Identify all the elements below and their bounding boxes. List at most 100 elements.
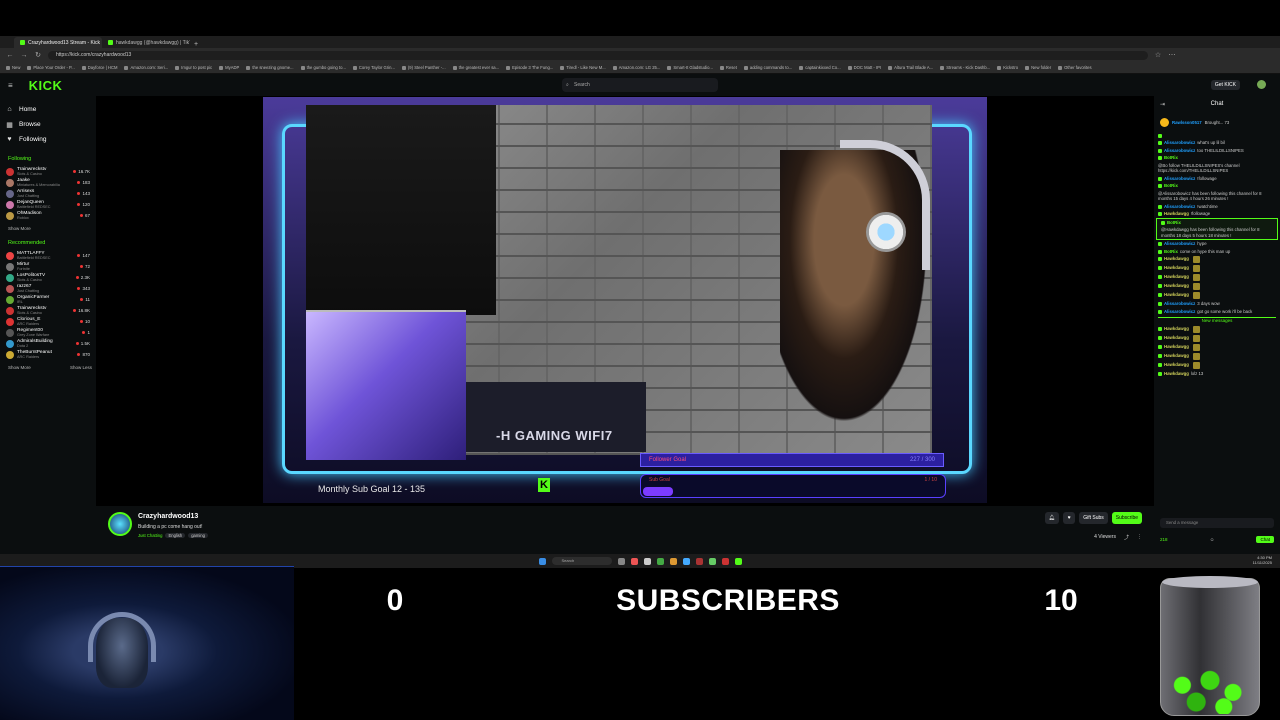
chat-message[interactable]: Hawkdawgg (1154, 325, 1280, 334)
chat-message[interactable]: Hawkdawgg (1154, 273, 1280, 282)
chat-message[interactable]: BotRix @Bo follow THELILDILLSNIPES's chan… (1154, 154, 1280, 175)
chat-username[interactable]: Hawkdawgg (1164, 371, 1189, 377)
channel-list-item[interactable]: Trainwreckstv Slots & Casino 16.7K (6, 166, 90, 177)
subscribe-button[interactable]: Subscribe (1111, 512, 1142, 524)
pinned-message[interactable]: Rawlsson0517 Brought... 73 (1160, 112, 1274, 132)
bookmark-item[interactable]: Tiredl - Like New M... (560, 65, 606, 70)
chat-message[interactable]: Alissarobowicz !watchtime (1154, 203, 1280, 211)
collapse-chat-icon[interactable]: ⇥ (1160, 101, 1165, 108)
channel-list-item[interactable]: Regiment00 Grey Zone Warfare 1 (6, 327, 90, 338)
bookmark-item[interactable]: the greatest ever sa... (452, 65, 499, 70)
taskbar-app-icon[interactable] (682, 557, 690, 565)
chat-username[interactable]: Alissarobowicz (1164, 176, 1195, 182)
chat-message[interactable]: BotRix @Alissarobowicz has been following… (1154, 182, 1280, 203)
channel-list-item[interactable]: OrganicFarmer IRL 11 (6, 294, 90, 305)
chat-message[interactable]: Alissarobowicz 3 days wow (1154, 300, 1280, 308)
chat-username[interactable]: Alissarobowicz (1164, 301, 1195, 307)
chat-username[interactable]: Hawkdawgg (1164, 274, 1189, 281)
bookmark-item[interactable]: Episode 3 The Fung... (506, 65, 553, 70)
chat-username[interactable]: Alissarobowicz (1164, 241, 1195, 247)
channel-list-item[interactable]: Mirtur Fortnite 72 (6, 261, 90, 272)
chat-send-button[interactable]: Chat (1256, 536, 1274, 543)
back-icon[interactable]: ← (6, 52, 14, 59)
bookmark-item[interactable]: Altura Trail Blade A... (888, 65, 933, 70)
taskbar-app-icon[interactable] (669, 557, 677, 565)
chat-message[interactable]: Alissarobowicz got go some work i'll be b… (1154, 308, 1280, 316)
chat-message[interactable]: Alissarobowicz hype (1154, 240, 1280, 248)
bookmark-item[interactable]: (9) Steel Panther -... (401, 65, 446, 70)
chat-message[interactable]: Hawkdawgg (1154, 282, 1280, 291)
chat-username[interactable]: BotRix (1164, 155, 1178, 161)
bookmark-item[interactable]: Place Your Order - P... (27, 65, 75, 70)
taskbar-clock[interactable]: 4:30 PM 11/11/2025 (1253, 555, 1272, 565)
chat-username[interactable]: Hawkdawgg (1164, 256, 1189, 263)
taskbar-app-icon[interactable] (721, 557, 729, 565)
extensions-icon[interactable]: ☆ (1154, 51, 1162, 59)
share-icon[interactable]: ⤴ (1124, 534, 1129, 541)
get-kick-button[interactable]: Get KICK (1210, 80, 1240, 90)
new-tab-button[interactable]: + (194, 41, 198, 48)
chat-message[interactable]: Alissarobowicz too THELILDILLSNIPES (1154, 147, 1280, 155)
chat-message[interactable]: Hawkdawgg (1154, 352, 1280, 361)
show-less-recommended[interactable]: Show Less (70, 365, 92, 370)
chat-username[interactable]: Hawkdawgg (1164, 344, 1189, 351)
channel-name[interactable]: Crazyhardwood13 (138, 513, 198, 520)
chat-message[interactable]: BotRix come on hype this man up (1154, 248, 1280, 256)
bookmark-item[interactable]: Amazon.com: LG 25... (612, 65, 660, 70)
channel-list-item[interactable]: Clorious_E ARC Raiders 10 (6, 316, 90, 327)
chat-message[interactable]: Hawkdawgg (1154, 291, 1280, 300)
show-more-recommended[interactable]: Show More (8, 365, 31, 370)
bookmark-item[interactable]: New folder (1025, 65, 1051, 70)
reload-icon[interactable]: ↻ (34, 51, 42, 59)
bookmark-item[interactable]: Kickstro (997, 65, 1018, 70)
channel-points[interactable]: 218 (1160, 537, 1168, 542)
bookmark-item[interactable]: adding commands to... (743, 65, 792, 70)
bookmark-item[interactable]: Amazon.com: Seri... (124, 65, 168, 70)
taskbar-app-icon[interactable] (630, 557, 638, 565)
bookmark-item[interactable]: the sneezing gnome... (246, 65, 294, 70)
chat-username[interactable]: BotRix (1167, 220, 1181, 226)
browser-tab[interactable]: Crazyhardwood13 Stream - Kick× (14, 37, 102, 48)
chat-message[interactable]: Hawkdawgg (1154, 334, 1280, 343)
chat-username[interactable]: BotRix (1164, 183, 1178, 189)
channel-list-item[interactable]: Arrisexs Just Chatting 143 (6, 188, 90, 199)
search-input[interactable]: ⌕ Search (562, 78, 718, 92)
notification-bell-icon[interactable]: 🔔︎ (1044, 512, 1060, 524)
chat-input[interactable]: Send a message (1160, 518, 1274, 528)
chat-message[interactable]: Hawkdawgg (1154, 264, 1280, 273)
taskbar-app-icon[interactable] (734, 557, 742, 565)
chat-username[interactable]: Hawkdawgg (1164, 353, 1189, 360)
chat-message[interactable]: BotRix @Hawkdawgg has been following this… (1156, 217, 1278, 240)
bookmark-item[interactable]: the gumbo going to... (300, 65, 346, 70)
avatar[interactable] (1257, 80, 1266, 89)
taskbar-search[interactable]: Search (551, 557, 612, 565)
channel-list-item[interactable]: AdmiralsBuilding Dota 2 1.5K (6, 338, 90, 349)
bookmark-item[interactable]: captainkixxed Co... (799, 65, 841, 70)
channel-avatar[interactable] (108, 512, 132, 536)
category-link[interactable]: Just Chatting (138, 533, 162, 538)
bookmark-item[interactable]: New (6, 65, 20, 70)
chat-username[interactable]: Hawkdawgg (1164, 283, 1189, 290)
chat-username[interactable]: Hawkdawgg (1164, 211, 1189, 217)
chat-message[interactable]: Hawkdawgg (1154, 361, 1280, 370)
more-options-icon[interactable]: ⋮ (1137, 534, 1142, 541)
forward-icon[interactable]: → (20, 52, 28, 59)
chat-username[interactable]: Hawkdawgg (1164, 362, 1189, 369)
bookmark-item[interactable]: Imgur to post pic (175, 65, 212, 70)
bookmark-item[interactable]: Corey Taylor Grin... (352, 65, 395, 70)
channel-list-item[interactable]: LosPolitosTV Slots & Casino 2.3K (6, 272, 90, 283)
bookmark-item[interactable]: MyADP (219, 65, 239, 70)
windows-start-icon[interactable] (538, 557, 546, 565)
gift-subs-button[interactable]: Gift Subs (1079, 512, 1108, 524)
channel-list-item[interactable]: Jaake Miniatures & Memorabilia 183 (6, 177, 90, 188)
bookmark-item[interactable]: Dayforce | HCM (81, 65, 117, 70)
channel-list-item[interactable]: MATTLAFFY Battlefield REDSEC 147 (6, 250, 90, 261)
chat-username[interactable]: Alissarobowicz (1164, 204, 1195, 210)
menu-icon[interactable]: ⋯ (1168, 51, 1176, 59)
chat-username[interactable]: Alissarobowicz (1164, 148, 1195, 154)
chat-username[interactable]: BotRix (1164, 249, 1178, 255)
bookmark-item[interactable]: Streams - Kick Dashb... (940, 65, 990, 70)
sidebar-item-following[interactable]: ♥ Following (6, 132, 90, 147)
browser-tab[interactable]: hawkdawgg (@hawkdawgg) | TikTok× (102, 37, 190, 48)
url-input[interactable]: https://kick.com/crazyhardwood13 (48, 50, 1148, 60)
